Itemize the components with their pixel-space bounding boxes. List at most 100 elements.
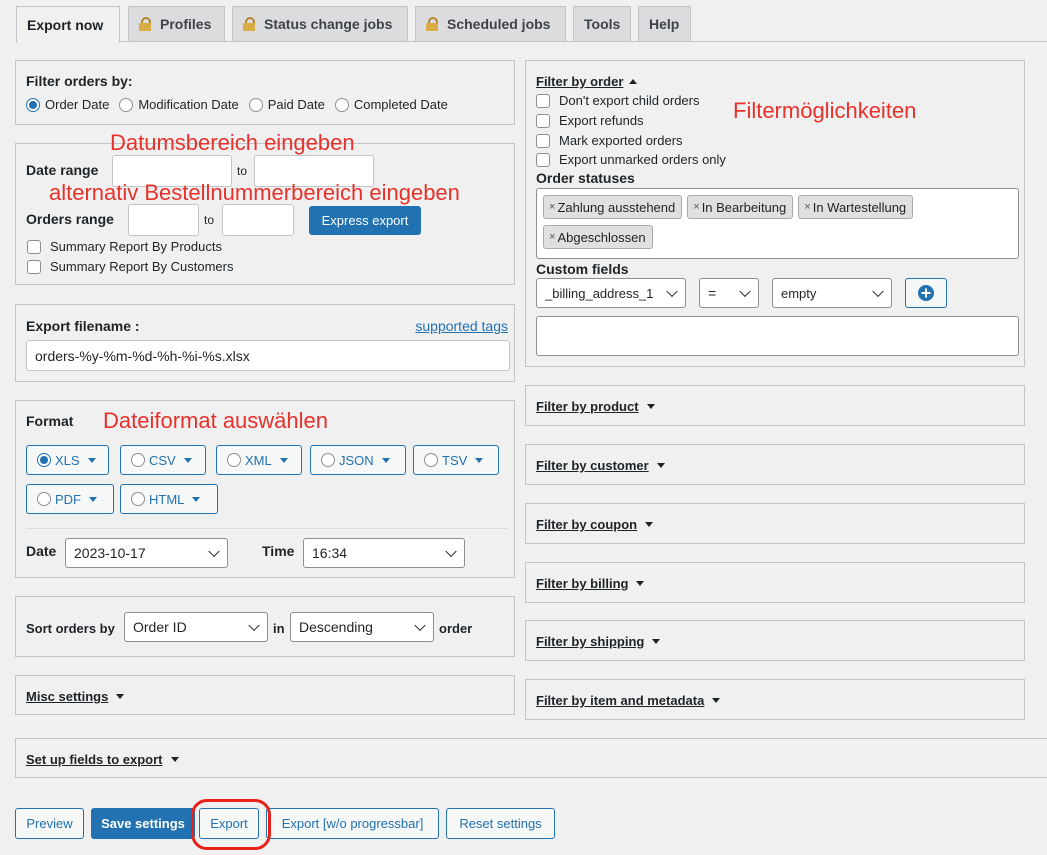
filter-shipping-panel: Filter by shipping (525, 620, 1025, 661)
radio-completed-date[interactable] (334, 97, 349, 112)
filter-product-toggle[interactable]: Filter by product (536, 399, 655, 414)
remove-icon[interactable]: × (804, 201, 810, 213)
format-tsv-button[interactable]: TSV (413, 445, 499, 475)
tab-tools[interactable]: Tools (573, 6, 631, 42)
summary-customers-row: Summary Report By Customers (27, 259, 234, 274)
radio-order-date[interactable] (26, 97, 40, 112)
status-label: Abgeschlossen (557, 229, 646, 245)
export-refunds-checkbox[interactable] (536, 113, 550, 128)
format-html-button[interactable]: HTML (120, 484, 218, 514)
sort-direction-select[interactable]: Descending (290, 612, 434, 642)
filter-orders-panel: Filter orders by: Order Date Modificatio… (15, 60, 515, 125)
annotation-order-range: alternativ Bestellnummerbereich eingeben (49, 180, 460, 205)
caret-down-icon (652, 639, 661, 644)
preview-button[interactable]: Preview (15, 808, 84, 839)
custom-field-select[interactable]: _billing_address_1 (536, 278, 686, 308)
tab-status-change-jobs[interactable]: Status change jobs (232, 6, 408, 42)
format-xls-button[interactable]: XLS (26, 445, 109, 475)
filter-item-metadata-toggle[interactable]: Filter by item and metadata (536, 693, 721, 708)
custom-value-value: empty (781, 285, 817, 301)
fields-setup-toggle[interactable]: Set up fields to export (26, 752, 179, 767)
caret-down-icon (381, 457, 390, 463)
annotation-date-range: Datumsbereich eingeben (110, 130, 355, 155)
orders-from-input[interactable] (128, 204, 199, 236)
save-settings-button[interactable]: Save settings (91, 808, 195, 839)
caret-down-icon (636, 581, 645, 586)
summary-customers-checkbox[interactable] (27, 259, 41, 274)
tab-help[interactable]: Help (638, 6, 691, 42)
remove-icon[interactable]: × (693, 201, 699, 213)
format-label-xml: XML (245, 452, 272, 468)
to-label: to (204, 213, 215, 227)
remove-icon[interactable]: × (549, 201, 555, 213)
format-xml-button[interactable]: XML (216, 445, 302, 475)
sort-direction-value: Descending (299, 619, 373, 635)
radio-csv (131, 453, 145, 467)
misc-settings-toggle[interactable]: Misc settings (26, 689, 125, 704)
tab-profiles[interactable]: Profiles (128, 6, 225, 42)
add-custom-field-button[interactable] (905, 278, 947, 308)
checkbox-label: Summary Report By Customers (50, 259, 234, 274)
tab-scheduled-jobs[interactable]: Scheduled jobs (415, 6, 566, 42)
radio-label: Paid Date (267, 97, 325, 112)
filter-shipping-toggle[interactable]: Filter by shipping (536, 634, 661, 649)
filter-customer-toggle[interactable]: Filter by customer (536, 458, 665, 473)
chevron-down-icon (445, 545, 457, 558)
tab-label: Tools (584, 16, 621, 32)
filename-label: Export filename : (26, 318, 140, 334)
tab-export-now[interactable]: Export now (16, 6, 120, 43)
filter-label: Filter by product (536, 399, 639, 414)
check-row: Export unmarked orders only (536, 152, 726, 167)
filter-coupon-toggle[interactable]: Filter by coupon (536, 517, 654, 532)
custom-fields-box[interactable] (536, 316, 1019, 356)
tab-label: Export now (27, 16, 104, 33)
filter-billing-panel: Filter by billing (525, 562, 1025, 603)
filter-by-order-toggle[interactable]: Filter by order (536, 74, 638, 89)
no-child-orders-checkbox[interactable] (536, 93, 550, 108)
date-value: 2023-10-17 (74, 545, 146, 561)
caret-down-icon (656, 463, 665, 468)
reset-settings-button[interactable]: Reset settings (446, 808, 555, 839)
radio-paid-date[interactable] (248, 97, 263, 112)
status-chip: × In Wartestellung (798, 195, 914, 219)
filter-coupon-panel: Filter by coupon (525, 503, 1025, 544)
time-select[interactable]: 16:34 (303, 538, 465, 568)
format-label-json: JSON (339, 452, 374, 468)
order-statuses-select[interactable]: × Zahlung ausstehend × In Bearbeitung × In … (536, 188, 1019, 259)
express-export-button[interactable]: Express export (309, 206, 421, 235)
time-label: Time (262, 543, 295, 559)
caret-down-icon (183, 457, 192, 463)
export-no-progressbar-button[interactable]: Export [w/o progressbar] (266, 808, 439, 839)
date-select[interactable]: 2023-10-17 (65, 538, 228, 568)
custom-value-select[interactable]: empty (772, 278, 892, 308)
orders-range-label: Orders range (26, 211, 114, 227)
remove-icon[interactable]: × (549, 231, 555, 243)
format-pdf-button[interactable]: PDF (26, 484, 114, 514)
orders-to-input[interactable] (222, 204, 294, 236)
custom-operator-value: = (708, 285, 717, 301)
format-csv-button[interactable]: CSV (120, 445, 206, 475)
supported-tags-link[interactable]: supported tags (415, 318, 508, 334)
radio-xml (227, 453, 241, 467)
caret-down-icon (170, 757, 179, 762)
filter-label: Filter by shipping (536, 634, 645, 649)
mark-exported-checkbox[interactable] (536, 133, 550, 148)
filename-input[interactable]: orders-%y-%m-%d-%h-%i-%s.xlsx (26, 340, 510, 371)
radio-modification-date[interactable] (119, 97, 134, 112)
tab-label: Status change jobs (264, 16, 393, 32)
sort-field-value: Order ID (133, 619, 187, 635)
in-label: in (273, 621, 285, 636)
format-json-button[interactable]: JSON (310, 445, 406, 475)
sort-field-select[interactable]: Order ID (124, 612, 268, 642)
filter-product-panel: Filter by product (525, 385, 1025, 426)
caret-down-icon (645, 522, 654, 527)
caret-down-icon (646, 404, 655, 409)
radio-label: Modification Date (138, 97, 239, 112)
unmarked-only-checkbox[interactable] (536, 152, 550, 167)
custom-operator-select[interactable]: = (699, 278, 759, 308)
filter-billing-toggle[interactable]: Filter by billing (536, 576, 645, 591)
chevron-down-icon (248, 619, 260, 632)
plus-circle-icon (918, 285, 934, 301)
summary-products-checkbox[interactable] (27, 239, 41, 254)
checkbox-label: Mark exported orders (559, 133, 683, 148)
